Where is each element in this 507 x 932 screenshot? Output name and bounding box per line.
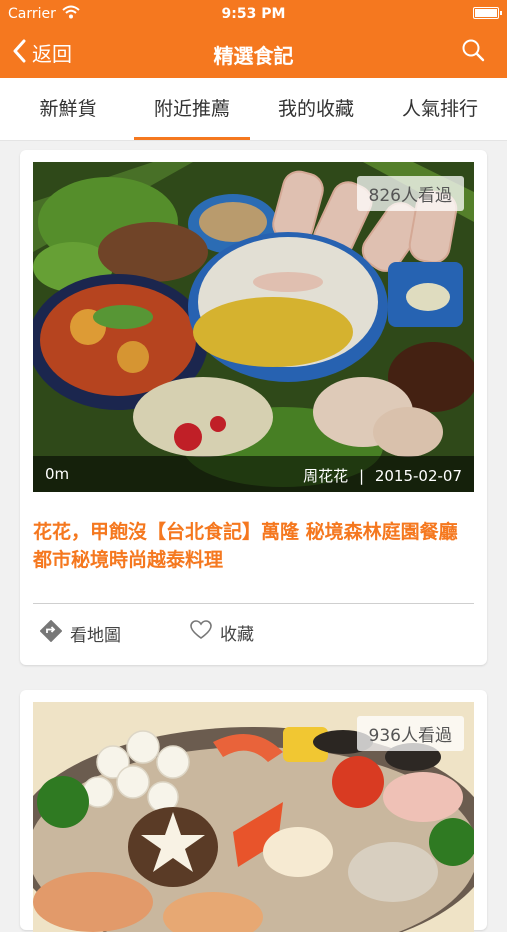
back-button[interactable]: 返回 <box>12 38 72 67</box>
search-button[interactable] <box>461 38 485 66</box>
post-date: 2015-02-07 <box>374 467 462 485</box>
status-bar: Carrier 9:53 PM <box>0 0 507 28</box>
tab-favorites[interactable]: 我的收藏 <box>254 78 378 140</box>
photo-caption-bar: 0m 周花花 | 2015-02-07 <box>33 456 474 492</box>
heart-icon <box>190 620 220 645</box>
battery-icon <box>473 7 502 19</box>
clock: 9:53 PM <box>221 6 286 22</box>
author-date: 周花花 | 2015-02-07 <box>303 465 462 486</box>
separator: | <box>358 467 365 485</box>
distance-label: 0m <box>45 465 70 483</box>
tab-nearby[interactable]: 附近推薦 <box>130 78 254 140</box>
directions-icon <box>39 619 70 647</box>
chevron-left-icon <box>12 39 26 67</box>
favorite-label: 收藏 <box>220 625 254 645</box>
favorite-button[interactable]: 收藏 <box>190 620 254 645</box>
page-title: 精選食記 <box>213 44 294 68</box>
back-label: 返回 <box>32 42 72 66</box>
post-photo[interactable]: 936人看過 <box>33 702 474 932</box>
view-map-label: 看地圖 <box>70 626 121 646</box>
tab-fresh[interactable]: 新鮮貨 <box>6 78 130 140</box>
author-name: 周花花 <box>303 467 349 485</box>
food-platter-image <box>33 162 474 492</box>
divider <box>33 603 474 604</box>
post-card[interactable]: 826人看過 0m 周花花 | 2015-02-07 花花，甲飽沒【台北食記】萬… <box>20 150 487 665</box>
category-tabs: 新鮮貨 附近推薦 我的收藏 人氣排行 <box>0 78 507 141</box>
view-map-button[interactable]: 看地圖 <box>39 619 121 647</box>
tab-popular[interactable]: 人氣排行 <box>378 78 502 140</box>
view-count-badge: 936人看過 <box>356 716 464 751</box>
post-title[interactable]: 花花，甲飽沒【台北食記】萬隆 秘境森林庭園餐廳 都市秘境時尚越泰料理 <box>33 518 474 574</box>
post-card[interactable]: 936人看過 <box>20 690 487 932</box>
post-photo[interactable]: 826人看過 0m 周花花 | 2015-02-07 <box>33 162 474 492</box>
view-count-badge: 826人看過 <box>356 176 464 211</box>
search-icon <box>461 39 485 66</box>
navigation-bar: 返回 精選食記 <box>0 28 507 78</box>
